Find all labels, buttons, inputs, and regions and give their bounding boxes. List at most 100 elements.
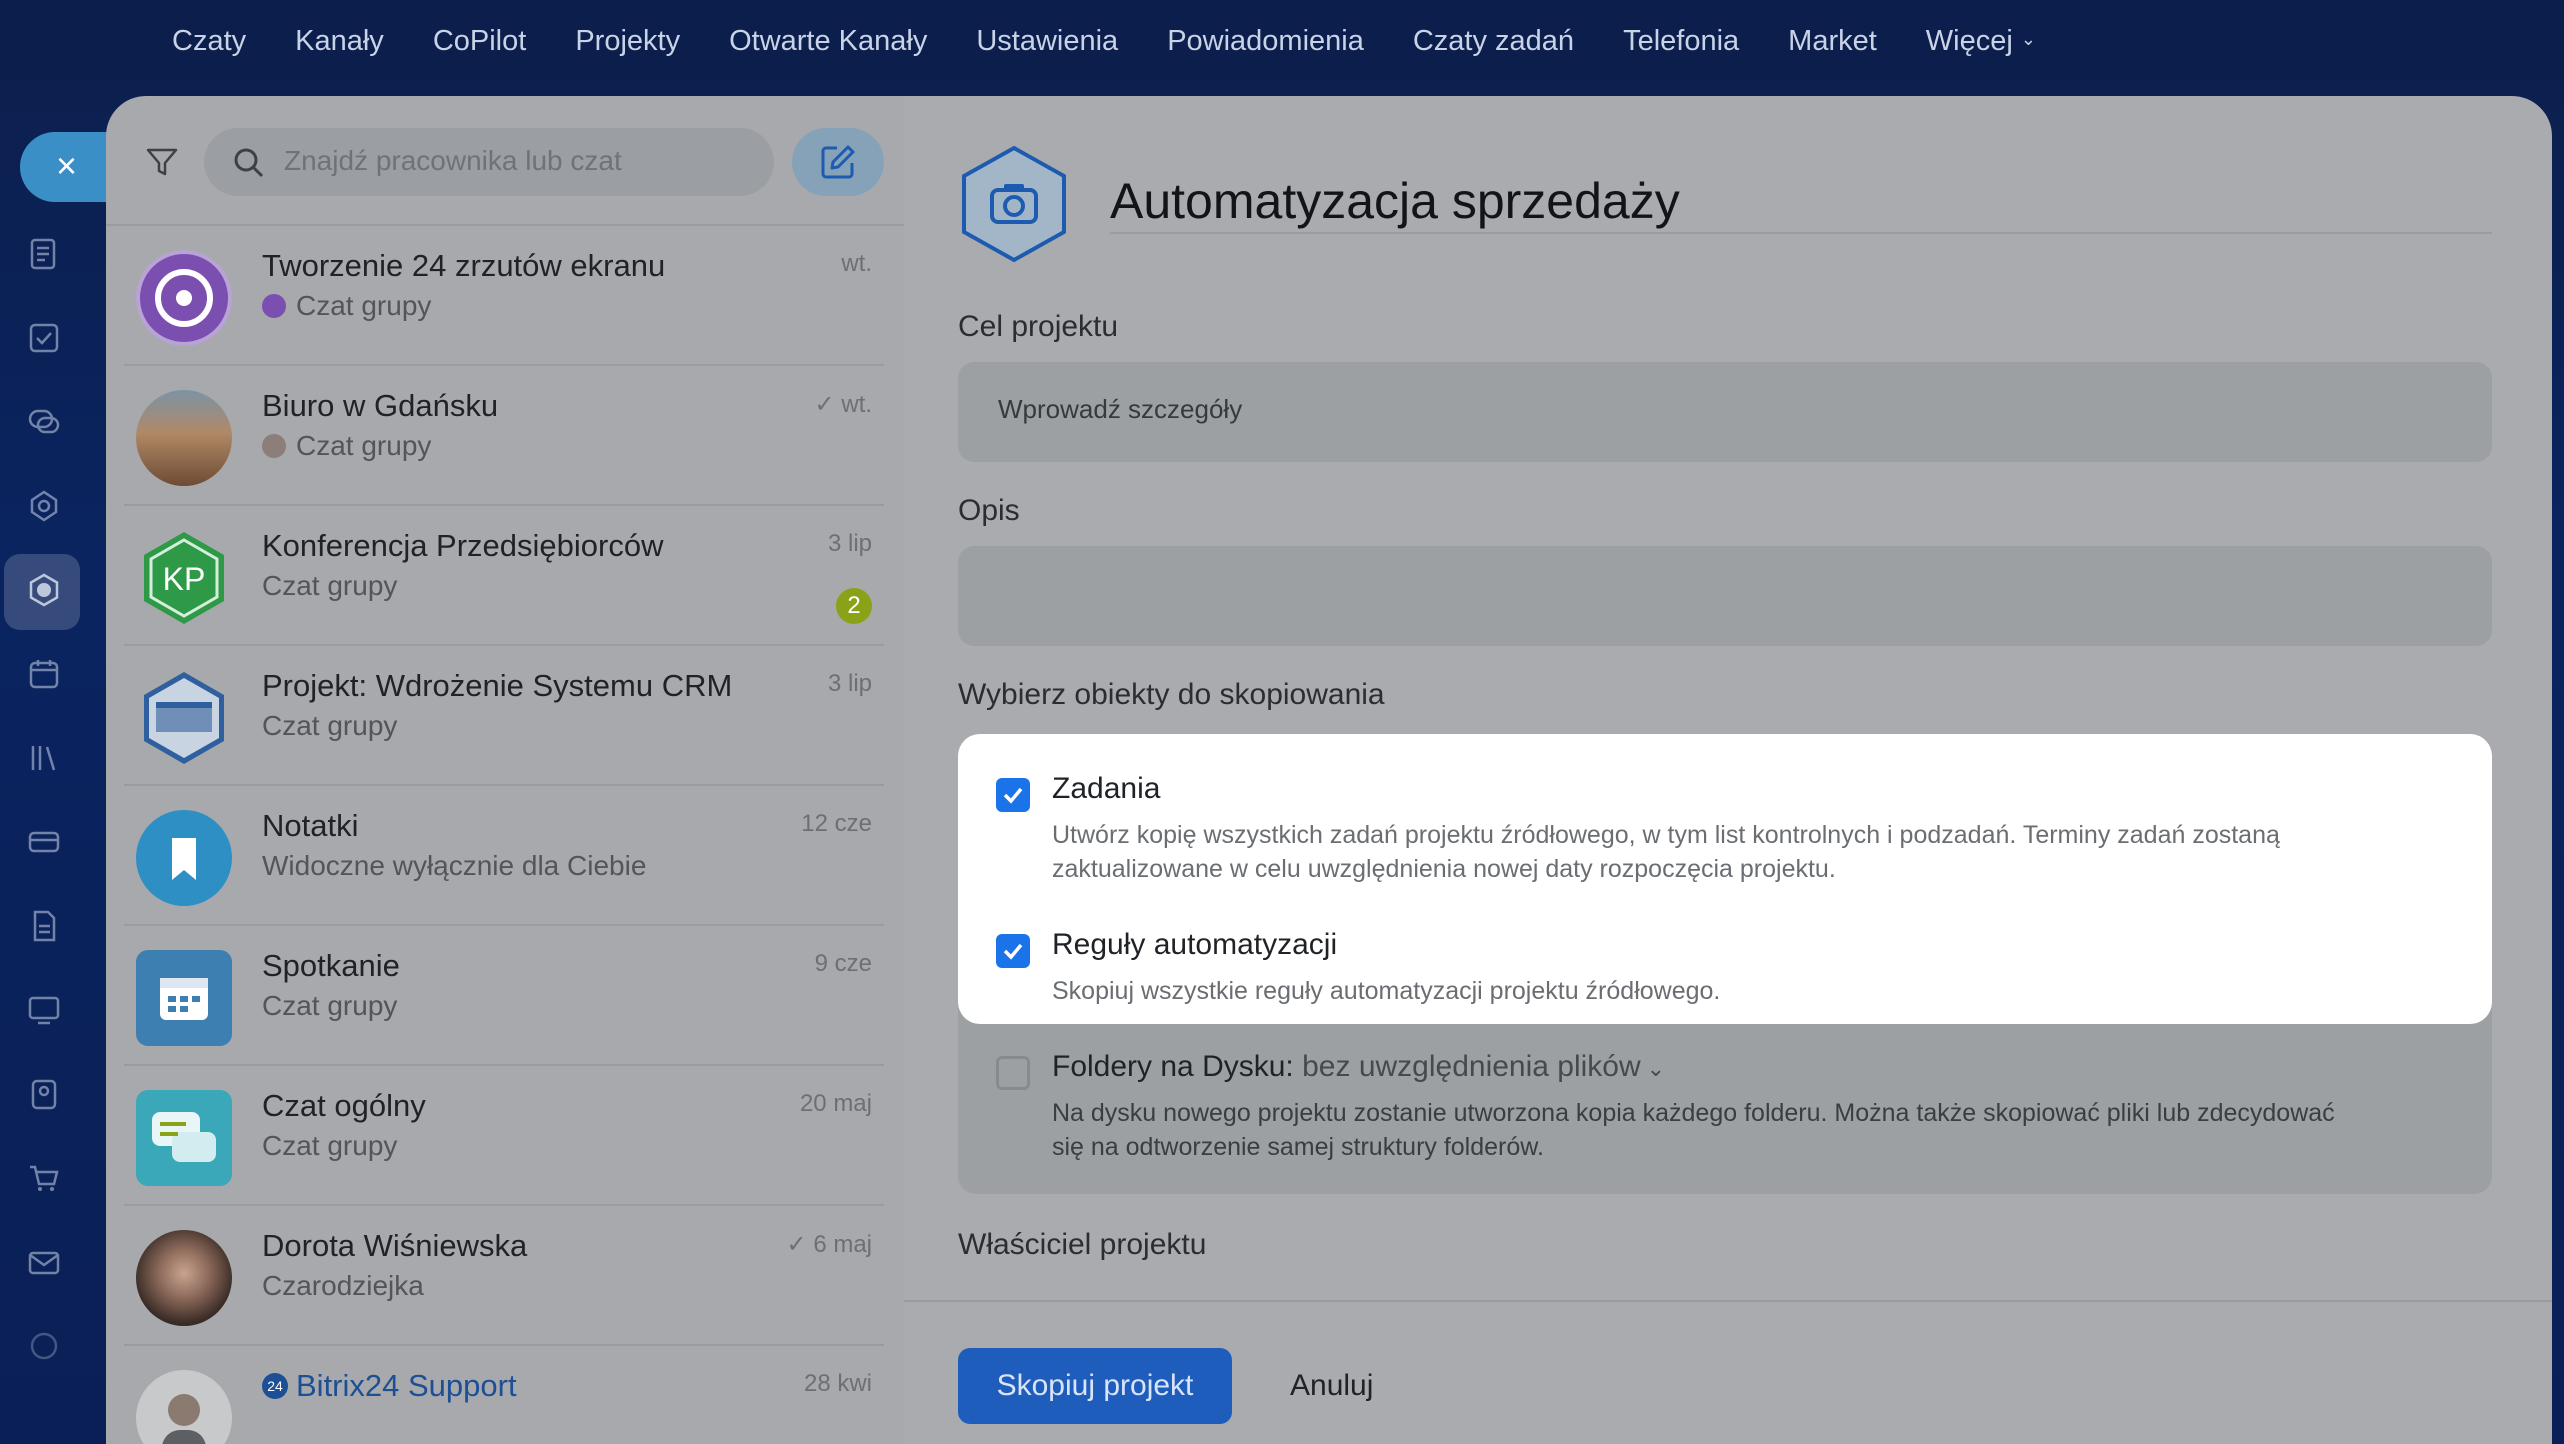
hr-icon[interactable] (26, 1076, 62, 1112)
automation-rules-checkbox[interactable] (996, 934, 1030, 968)
documents-icon[interactable] (26, 908, 62, 944)
chat-subtitle: Czat grupy (262, 290, 431, 322)
nav-channels[interactable]: Kanały (295, 25, 384, 58)
tasks-desc-line2: zaktualizowane w celu uwzględnienia nowe… (1052, 855, 1836, 883)
objects-label: Wybierz obiekty do skopiowania (958, 678, 1385, 711)
tasks-icon[interactable] (26, 320, 62, 356)
cancel-button[interactable]: Anuluj (1290, 1348, 1373, 1424)
nav-chats[interactable]: Czaty (172, 25, 246, 58)
chat-date: 12 cze (801, 810, 872, 837)
chat-item[interactable]: Projekt: Wdrożenie Systemu CRM Czat grup… (124, 646, 884, 786)
chat-item[interactable]: Dorota Wiśniewska Czarodziejka ✓ 6 maj (124, 1206, 884, 1346)
avatar (136, 390, 232, 486)
nav-task-chats[interactable]: Czaty zadań (1413, 25, 1574, 58)
projects-icon[interactable] (26, 572, 62, 608)
avatar (136, 1230, 232, 1326)
mini-avatar (262, 434, 286, 458)
chat-date: 9 cze (814, 950, 872, 977)
bitrix24-icon: 24 (262, 1373, 288, 1399)
copy-project-button[interactable]: Skopiuj projekt (958, 1348, 1232, 1424)
nav-market[interactable]: Market (1788, 25, 1877, 58)
camera-icon (962, 145, 1066, 263)
chat-item[interactable]: 24 Bitrix24 Support 28 kwi (124, 1346, 884, 1444)
description-label: Opis (958, 494, 1020, 527)
chat-name: Biuro w Gdańsku (262, 388, 499, 423)
chat-subtitle: Widoczne wyłącznie dla Ciebie (262, 850, 647, 881)
calendar-icon (160, 978, 208, 1020)
project-title[interactable]: Automatyzacja sprzedaży (1110, 172, 1680, 230)
goal-placeholder: Wprowadź szczegóły (998, 394, 1243, 424)
chat-name: Projekt: Wdrożenie Systemu CRM (262, 668, 733, 703)
chat-subtitle-text: Czat grupy (296, 430, 432, 461)
tasks-checkbox[interactable] (996, 778, 1030, 812)
chat-item[interactable]: Czat ogólny Czat grupy 20 maj (124, 1066, 884, 1206)
chat-name: Dorota Wiśniewska (262, 1228, 528, 1263)
mail-icon[interactable] (26, 1244, 62, 1280)
drive-desc-line2: się na odtworzenie samej struktury folde… (1052, 1133, 1544, 1161)
chat-date: 28 kwi (803, 1370, 872, 1397)
drive-folders-checkbox[interactable] (996, 1056, 1030, 1090)
nav-more[interactable]: Więcej ⌄ (1926, 25, 2036, 58)
copilot-icon[interactable] (26, 488, 62, 524)
nav-open-channels[interactable]: Otwarte Kanały (729, 25, 927, 58)
drive-folders-option-description: Na dysku nowego projektu zostanie utworz… (1052, 1096, 2472, 1164)
shop-cart-icon[interactable] (26, 1160, 62, 1196)
avatar (136, 670, 232, 766)
chat-date-wrap: ✓ 6 maj (787, 1230, 872, 1259)
drive-folders-option (958, 996, 2492, 1194)
crm-icon[interactable] (26, 824, 62, 860)
knowledge-base-icon[interactable] (26, 740, 62, 776)
owner-label: Właściciel projektu (958, 1228, 1207, 1261)
avatar-initials: KP (163, 561, 206, 597)
chat-list-panel: Znajdź pracownika lub czat Tworzenie 24 … (106, 96, 904, 1444)
nav-more-label: Więcej (1925, 24, 2013, 57)
chat-item[interactable]: Notatki Widoczne wyłącznie dla Ciebie 12… (124, 786, 884, 926)
avatar: KP (136, 530, 232, 626)
action-bar: Skopiuj projekt Anuluj (904, 1300, 2552, 1444)
search-icon (234, 148, 264, 178)
description-field[interactable] (958, 546, 2492, 646)
chat-item[interactable]: KP Konferencja Przedsiębiorców Czat grup… (124, 506, 884, 646)
project-avatar[interactable] (954, 144, 1074, 264)
chat-item[interactable]: Spotkanie Czat grupy 9 cze (124, 926, 884, 1066)
chat-date-wrap: ✓ wt. (815, 390, 872, 419)
more-apps-icon[interactable] (26, 1328, 62, 1364)
nav-copilot[interactable]: CoPilot (433, 25, 527, 58)
avatar (136, 250, 232, 346)
chat-subtitle-text: Czat grupy (296, 290, 432, 321)
nav-projects[interactable]: Projekty (575, 25, 680, 58)
chat-subtitle: Czat grupy (262, 990, 398, 1021)
chevron-down-icon: ⌄ (1646, 1056, 1666, 1081)
calendar-icon[interactable] (26, 656, 62, 692)
sites-icon[interactable] (26, 992, 62, 1028)
chat-date: 3 lip (827, 670, 872, 697)
nav-telephony[interactable]: Telefonia (1623, 25, 1739, 58)
chat-name: Spotkanie (262, 948, 400, 983)
nav-notifications[interactable]: Powiadomienia (1167, 25, 1364, 58)
top-navigation: Czaty Kanały CoPilot Projekty Otwarte Ka… (0, 0, 2564, 82)
chat-subtitle: Czat grupy (262, 1130, 398, 1161)
drive-folders-label[interactable]: Foldery na Dysku: (1052, 1050, 1294, 1083)
title-underline (1110, 232, 2492, 234)
chat-date: 20 maj (799, 1090, 872, 1117)
chats-icon[interactable] (26, 404, 62, 440)
chat-name-wrap: 24 Bitrix24 Support (262, 1368, 517, 1404)
feed-icon[interactable] (26, 236, 62, 272)
chat-item[interactable]: Tworzenie 24 zrzutów ekranu Czat grupy w… (124, 226, 884, 366)
chat-date: 3 lip (827, 530, 872, 557)
filter-icon[interactable] (142, 142, 182, 182)
nav-settings[interactable]: Ustawienia (976, 25, 1118, 58)
search-input[interactable]: Znajdź pracownika lub czat (204, 128, 774, 196)
new-chat-button[interactable] (792, 128, 884, 196)
drive-folders-mode-select[interactable]: bez uwzględnienia plików ⌄ (1302, 1050, 1665, 1083)
tasks-desc-line1: Utwórz kopię wszystkich zadań projektu ź… (1052, 821, 2280, 849)
copy-project-panel: Automatyzacja sprzedaży Cel projektu Wpr… (904, 96, 2552, 1444)
automation-rules-option-title[interactable]: Reguły automatyzacji (1052, 928, 1337, 962)
avatar (136, 1090, 232, 1186)
tasks-option-title[interactable]: Zadania (1052, 772, 1160, 806)
read-check-icon: ✓ (786, 1231, 814, 1258)
chat-item[interactable]: Biuro w Gdańsku Czat grupy ✓ wt. (124, 366, 884, 506)
read-check-icon: ✓ (814, 391, 842, 418)
chat-subtitle: Czarodziejka (262, 1270, 424, 1301)
goal-field[interactable]: Wprowadź szczegóły (958, 362, 2492, 462)
